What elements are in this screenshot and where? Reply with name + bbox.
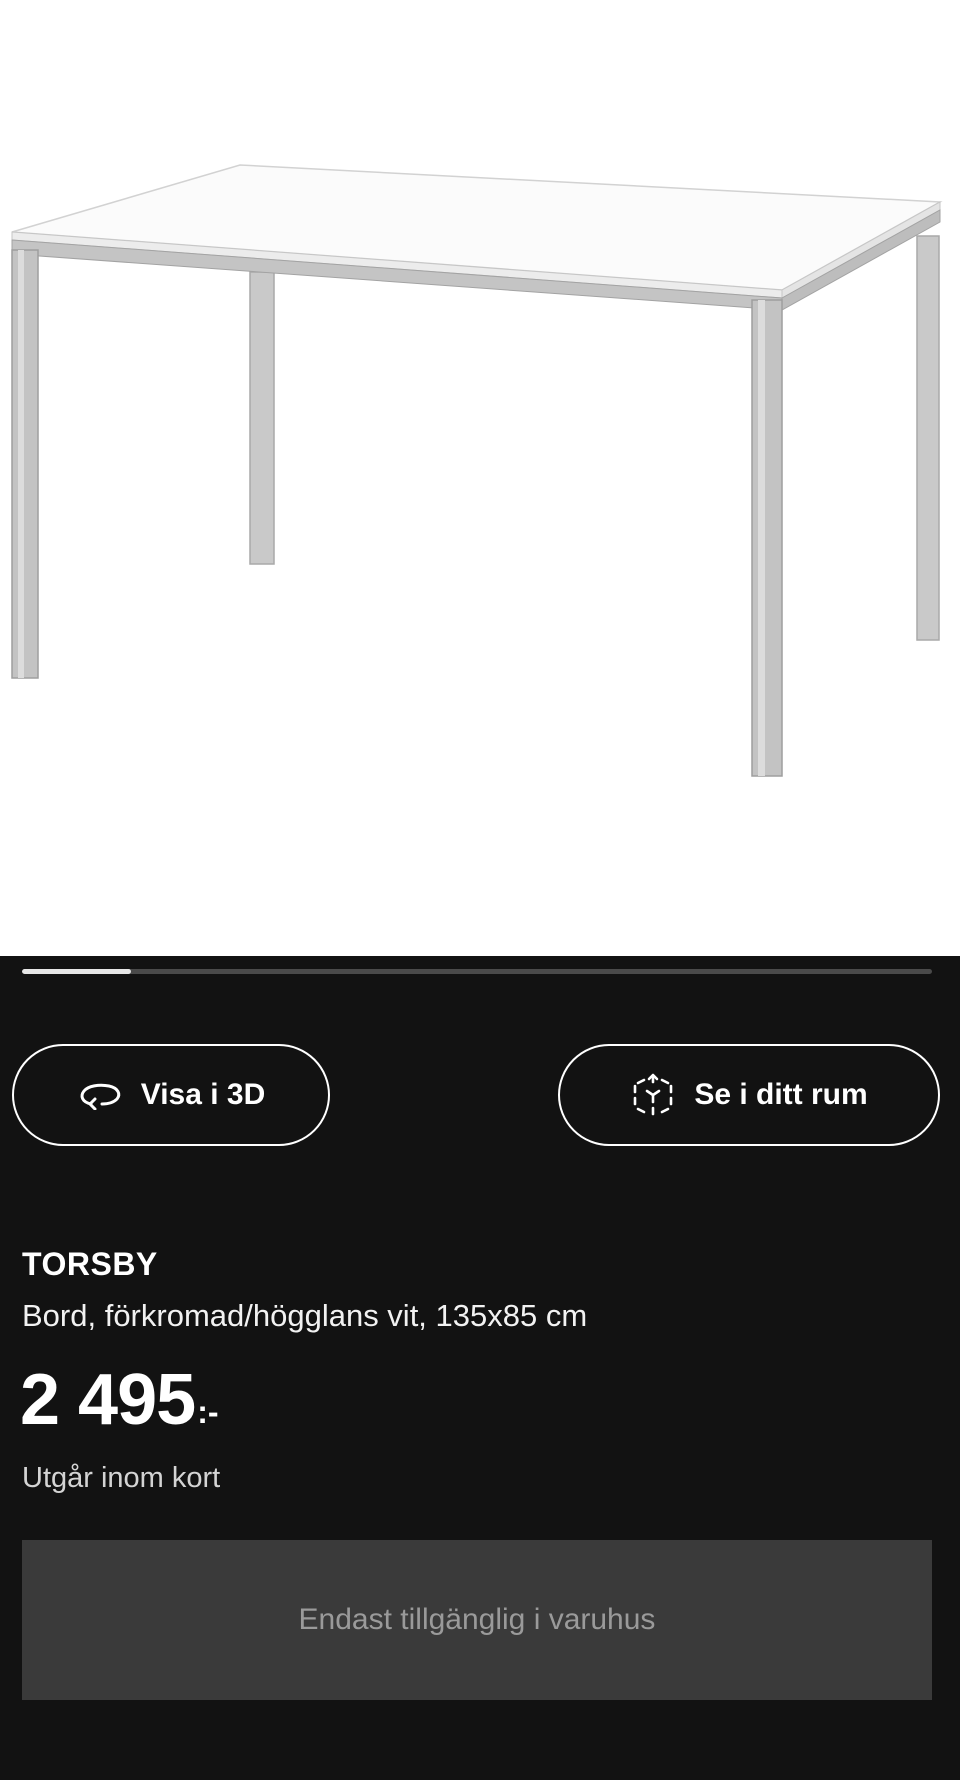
view-in-3d-label: Visa i 3D xyxy=(140,1078,266,1111)
product-info-panel: Visa i 3D Se i ditt rum TORSBY Bord, för xyxy=(0,956,960,1780)
image-carousel-progress xyxy=(22,969,932,974)
product-image[interactable] xyxy=(0,0,960,956)
ar-cube-icon xyxy=(630,1072,676,1118)
product-description: Bord, förkromad/högglans vit, 135x85 cm xyxy=(22,1298,588,1333)
store-only-label: Endast tillgänglig i varuhus xyxy=(298,1603,656,1636)
product-name: TORSBY xyxy=(22,1246,158,1282)
price-value: 2 495 xyxy=(20,1360,196,1440)
rotate-3d-icon xyxy=(77,1072,123,1118)
product-price: 2 495 :- xyxy=(20,1360,219,1440)
view-in-3d-button[interactable]: Visa i 3D xyxy=(12,1044,330,1146)
availability-note: Utgår inom kort xyxy=(22,1462,221,1494)
store-only-button: Endast tillgänglig i varuhus xyxy=(22,1540,932,1700)
price-suffix: :- xyxy=(197,1394,219,1430)
view-in-room-label: Se i ditt rum xyxy=(694,1078,868,1111)
view-in-room-button[interactable]: Se i ditt rum xyxy=(558,1044,940,1146)
table-illustration xyxy=(11,164,943,777)
image-carousel-progress-fill xyxy=(22,969,132,974)
